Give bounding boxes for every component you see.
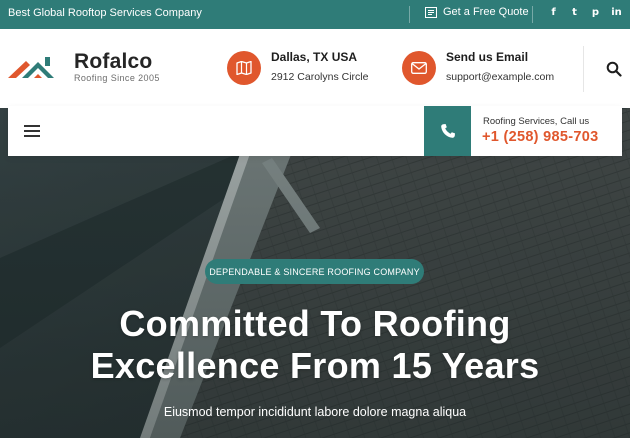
- envelope-icon: [402, 51, 436, 85]
- top-bar-divider: [409, 6, 410, 23]
- header-divider: [583, 46, 584, 92]
- call-phone-number[interactable]: +1 (258) 985-703: [482, 129, 598, 145]
- roof-logo-icon: [8, 57, 54, 78]
- call-label: Roofing Services, Call us: [483, 116, 590, 127]
- phone-icon[interactable]: [424, 106, 471, 156]
- logo-tagline: Roofing Since 2005: [74, 73, 160, 83]
- social-links: f t p in: [547, 7, 623, 18]
- site-header: Rofalco Roofing Since 2005 Dallas, TX US…: [0, 29, 630, 108]
- hero-subtitle: Eiusmod tempor incididunt labore dolore …: [163, 405, 467, 419]
- logo-name: Rofalco: [74, 50, 153, 73]
- free-quote-label: Get a Free Quote: [443, 6, 529, 18]
- site-logo[interactable]: Rofalco Roofing Since 2005: [8, 51, 160, 84]
- email-address[interactable]: support@example.com: [446, 70, 554, 84]
- email-title: Send us Email: [446, 50, 529, 64]
- map-icon: [227, 51, 261, 85]
- free-quote-link[interactable]: Get a Free Quote: [425, 6, 529, 18]
- logo-text: Rofalco Roofing Since 2005: [74, 51, 160, 84]
- top-bar: Best Global Rooftop Services Company Get…: [0, 0, 630, 29]
- main-navbar: Roofing Services, Call us +1 (258) 985-7…: [8, 106, 622, 156]
- pinterest-icon[interactable]: p: [589, 7, 602, 18]
- quote-form-icon: [425, 6, 437, 18]
- location-address: 2912 Carolyns Circle: [271, 71, 369, 83]
- location-title: Dallas, TX USA: [271, 50, 358, 64]
- linkedin-icon[interactable]: in: [610, 7, 623, 18]
- top-bar-tagline: Best Global Rooftop Services Company: [8, 7, 202, 19]
- hero-badge: DEPENDABLE & SINCERE ROOFING COMPANY: [205, 259, 424, 284]
- twitter-icon[interactable]: t: [568, 7, 581, 18]
- menu-hamburger-icon[interactable]: [24, 125, 40, 137]
- top-bar-divider: [532, 6, 533, 23]
- search-icon[interactable]: [606, 61, 622, 77]
- facebook-icon[interactable]: f: [547, 7, 560, 18]
- hero-headline-line-1: Committed To Roofing: [119, 303, 511, 344]
- email-info: Send us Email support@example.com: [402, 49, 554, 85]
- hero-headline: Committed To Roofing Excellence From 15 …: [0, 303, 630, 387]
- location-info: Dallas, TX USA 2912 Carolyns Circle: [227, 49, 368, 85]
- hero-headline-line-2: Excellence From 15 Years: [90, 345, 540, 386]
